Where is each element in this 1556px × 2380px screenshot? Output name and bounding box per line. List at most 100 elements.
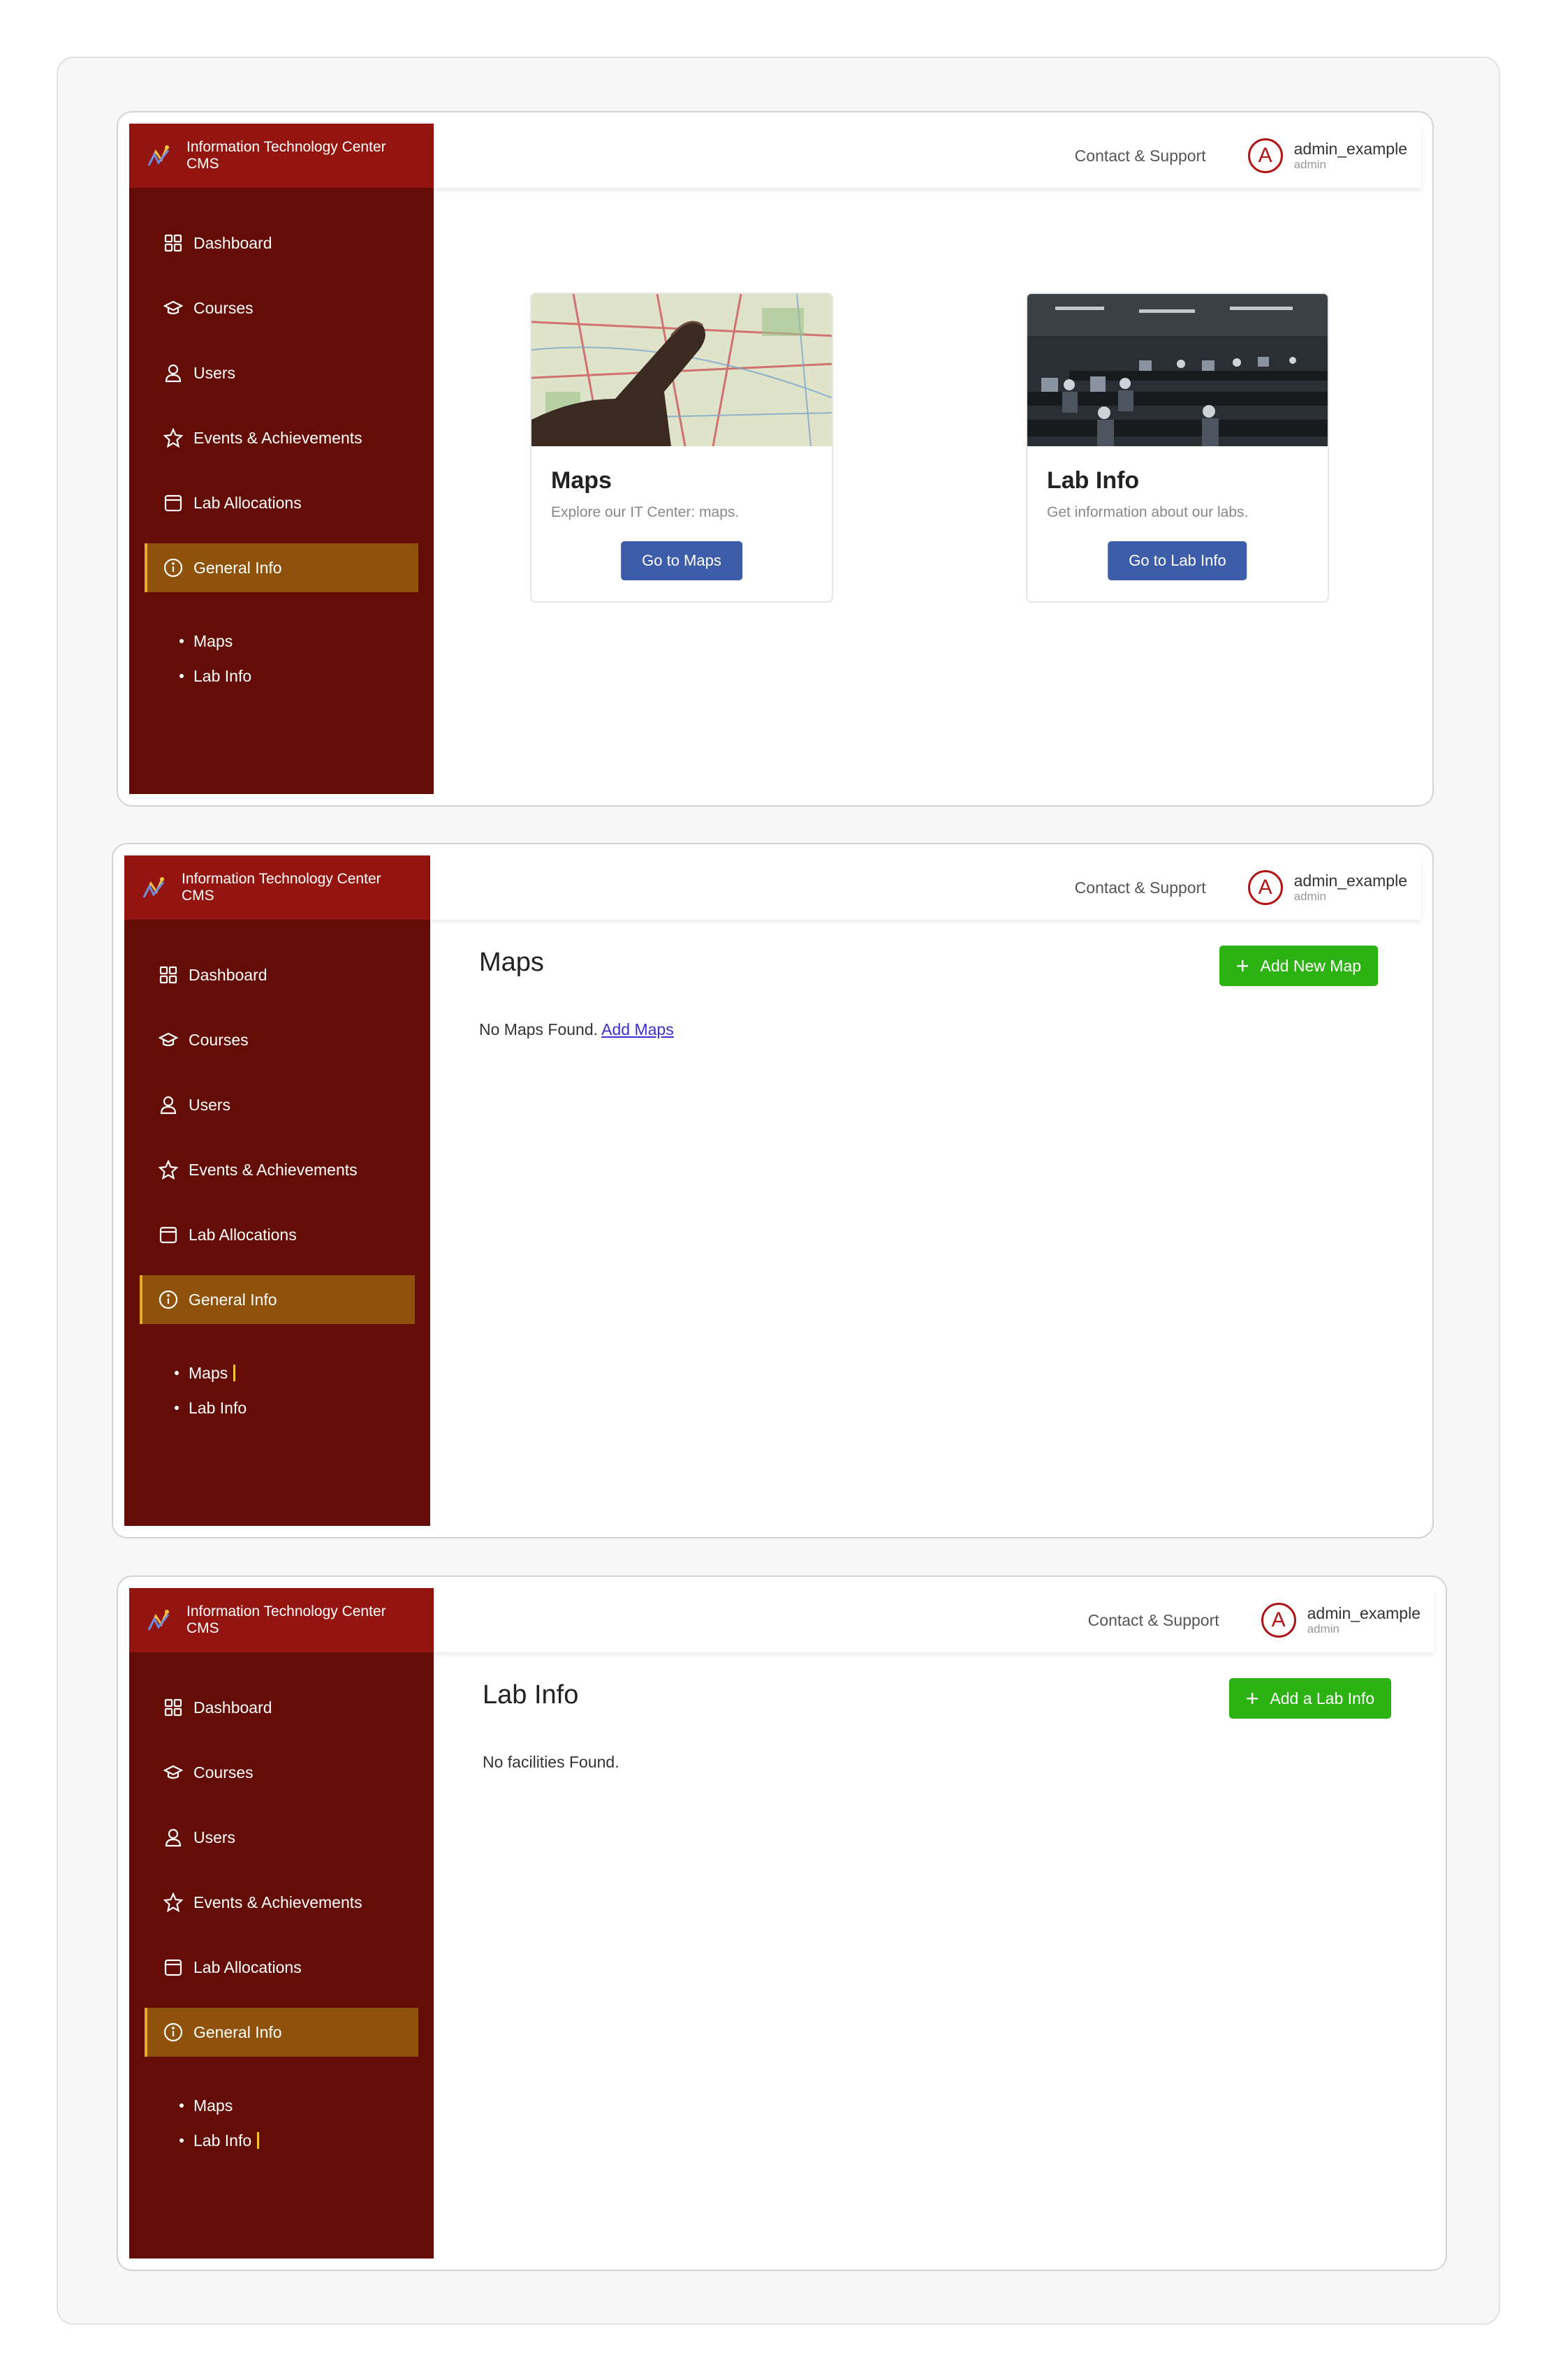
sidebar-item-events[interactable]: Events & Achievements — [145, 1878, 418, 1927]
sidebar-item-dashboard[interactable]: Dashboard — [140, 950, 415, 999]
submenu-item-lab-info[interactable]: Lab Info — [175, 1390, 430, 1425]
sidebar-item-users[interactable]: Users — [140, 1080, 415, 1129]
brand-subtitle: CMS — [186, 1620, 219, 1636]
dashboard-icon — [158, 964, 179, 985]
user-info[interactable]: admin_example admin — [1294, 872, 1407, 904]
graduation-cap-icon — [158, 1029, 179, 1050]
submenu-item-lab-info[interactable]: Lab Info — [179, 659, 434, 693]
sidebar-item-general-info[interactable]: General Info — [140, 1275, 415, 1324]
sidebar-item-label: Dashboard — [189, 965, 267, 984]
info-icon — [163, 2022, 184, 2043]
sidebar-item-general-info[interactable]: General Info — [145, 543, 418, 592]
sidebar-item-dashboard[interactable]: Dashboard — [145, 1683, 418, 1732]
add-button-label: Add a Lab Info — [1270, 1689, 1374, 1707]
sidebar-item-events[interactable]: Events & Achievements — [145, 413, 418, 462]
empty-state: No facilities Found. — [483, 1753, 619, 1771]
contact-support-link[interactable]: Contact & Support — [1075, 879, 1206, 897]
submenu-label: Lab Info — [189, 1398, 247, 1417]
page-title: Lab Info — [483, 1680, 579, 1710]
add-lab-info-button[interactable]: + Add a Lab Info — [1228, 1678, 1391, 1719]
avatar[interactable]: A — [1261, 1603, 1296, 1638]
add-maps-link[interactable]: Add Maps — [601, 1020, 674, 1038]
active-indicator — [233, 1365, 236, 1381]
avatar[interactable]: A — [1247, 870, 1283, 905]
sidebar-item-lab-allocations[interactable]: Lab Allocations — [145, 478, 418, 527]
bullet — [179, 674, 184, 678]
page-title: Maps — [479, 948, 544, 977]
submenu-item-maps[interactable]: Maps — [179, 624, 434, 659]
star-icon — [158, 1159, 179, 1180]
itc-logo-icon — [142, 877, 165, 898]
itc-logo-icon — [147, 1610, 170, 1631]
sidebar-item-courses[interactable]: Courses — [145, 1748, 418, 1797]
brand-title: Information Technology Center — [186, 1603, 386, 1619]
info-icon — [163, 557, 184, 578]
sidebar-item-courses[interactable]: Courses — [140, 1015, 415, 1064]
screen-lab-info: Information Technology Center CMS Dashbo… — [117, 1575, 1447, 2271]
brand[interactable]: Information Technology Center CMS — [124, 855, 430, 920]
brand[interactable]: Information Technology Center CMS — [129, 1588, 434, 1652]
brand-subtitle: CMS — [186, 156, 219, 172]
avatar[interactable]: A — [1247, 138, 1283, 173]
maps-card: Maps Explore our IT Center: maps. Go to … — [530, 293, 833, 603]
bullet — [179, 639, 184, 643]
submenu-item-maps[interactable]: Maps — [175, 1356, 430, 1390]
sidebar-item-courses[interactable]: Courses — [145, 284, 418, 332]
user-role: admin — [1293, 890, 1326, 903]
card-title: Lab Info — [1047, 467, 1140, 494]
graduation-cap-icon — [163, 1762, 184, 1783]
bullet — [175, 1371, 179, 1375]
sidebar-item-users[interactable]: Users — [145, 348, 418, 397]
sidebar-item-label: Events & Achievements — [189, 1160, 358, 1179]
plus-icon: + — [1245, 1686, 1259, 1711]
go-to-lab-info-button[interactable]: Go to Lab Info — [1108, 541, 1247, 580]
lab-info-card-image — [1027, 294, 1328, 446]
username: admin_example — [1293, 140, 1407, 158]
submenu-item-maps[interactable]: Maps — [179, 2088, 434, 2123]
sidebar-item-label: Lab Allocations — [193, 493, 302, 512]
active-indicator — [257, 2132, 260, 2149]
card-title: Maps — [551, 467, 612, 494]
brand-subtitle: CMS — [182, 888, 214, 904]
empty-state: No Maps Found. Add Maps — [479, 1020, 674, 1039]
submenu-item-lab-info[interactable]: Lab Info — [179, 2123, 434, 2158]
brand-title: Information Technology Center — [186, 139, 386, 155]
sidebar-item-label: Lab Allocations — [193, 1957, 302, 1976]
sidebar: Information Technology Center CMS Dashbo… — [129, 124, 434, 794]
submenu-label: Lab Info — [193, 666, 252, 685]
sidebar-item-users[interactable]: Users — [145, 1813, 418, 1862]
submenu-label: Maps — [189, 1363, 228, 1382]
user-info[interactable]: admin_example admin — [1307, 1604, 1421, 1636]
graduation-cap-icon — [163, 298, 184, 318]
sidebar-item-label: General Info — [189, 1290, 277, 1309]
main-content: Maps Explore our IT Center: maps. Go to … — [434, 188, 1421, 794]
go-to-maps-button[interactable]: Go to Maps — [621, 541, 742, 580]
contact-support-link[interactable]: Contact & Support — [1088, 1611, 1219, 1630]
bullet — [179, 2138, 184, 2143]
sidebar-item-lab-allocations[interactable]: Lab Allocations — [140, 1210, 415, 1259]
sidebar-item-dashboard[interactable]: Dashboard — [145, 219, 418, 267]
brand-title: Information Technology Center — [182, 871, 381, 887]
star-icon — [163, 427, 184, 448]
submenu-label: Maps — [193, 2096, 233, 2115]
bullet — [179, 2103, 184, 2108]
sidebar-item-label: Events & Achievements — [193, 428, 362, 447]
sidebar-item-label: Dashboard — [193, 233, 272, 252]
user-icon — [163, 362, 184, 383]
topbar: Contact & Support A admin_example admin — [434, 124, 1421, 188]
add-new-map-button[interactable]: + Add New Map — [1219, 946, 1378, 986]
sidebar-item-lab-allocations[interactable]: Lab Allocations — [145, 1943, 418, 1992]
contact-support-link[interactable]: Contact & Support — [1075, 147, 1206, 166]
user-info[interactable]: admin_example admin — [1294, 140, 1407, 172]
brand[interactable]: Information Technology Center CMS — [129, 124, 434, 188]
user-icon — [158, 1094, 179, 1115]
calendar-icon — [163, 1957, 184, 1978]
topbar: Contact & Support A admin_example admin — [430, 855, 1421, 920]
sidebar-item-events[interactable]: Events & Achievements — [140, 1145, 415, 1194]
bullet — [175, 1406, 179, 1410]
sidebar-item-general-info[interactable]: General Info — [145, 2008, 418, 2057]
user-icon — [163, 1827, 184, 1848]
username: admin_example — [1293, 872, 1407, 890]
dashboard-icon — [163, 1697, 184, 1718]
submenu-label: Lab Info — [193, 2131, 252, 2150]
